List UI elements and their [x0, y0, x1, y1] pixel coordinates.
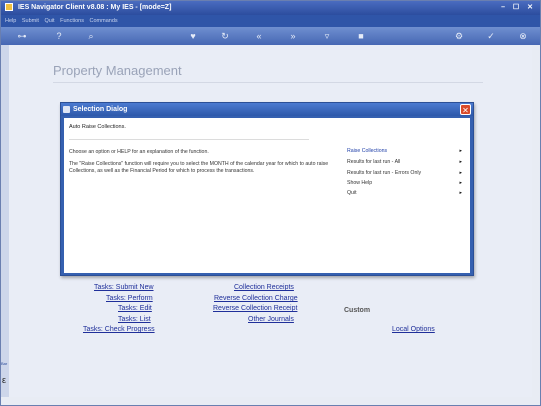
- dialog-close-button[interactable]: ✕: [460, 104, 471, 115]
- option-show-help[interactable]: Show Help ▸: [347, 180, 462, 186]
- option-results-errors-only[interactable]: Results for last run - Errors Only ▸: [347, 170, 462, 176]
- app-icon: [5, 3, 13, 12]
- dialog-title-bar[interactable]: Selection Dialog: [61, 103, 473, 116]
- link-reverse-collection-charge[interactable]: Reverse Collection Charge: [214, 295, 298, 302]
- menu-commands[interactable]: Commands: [90, 18, 118, 24]
- chevron-right-icon: ▸: [459, 190, 462, 196]
- filter-icon[interactable]: ▿: [319, 27, 335, 45]
- option-label: Raise Collections: [347, 148, 388, 154]
- menu-help[interactable]: Help: [5, 18, 16, 24]
- heart-icon[interactable]: ♥: [185, 27, 201, 45]
- back-icon[interactable]: «: [251, 27, 267, 45]
- close-icon[interactable]: ⊗: [515, 27, 531, 45]
- link-tasks-submit-new[interactable]: Tasks: Submit New: [94, 284, 154, 291]
- dialog-body: Auto Raise Collections. Choose an option…: [64, 118, 470, 273]
- help-icon[interactable]: ?: [51, 27, 67, 45]
- title-bar: IES Navigator Client v8.08 : My IES - [m…: [1, 1, 540, 15]
- left-strip: Bar ε: [1, 45, 9, 397]
- dialog-divider: [69, 139, 309, 140]
- dialog-description: The "Raise Collections" function will re…: [69, 161, 329, 174]
- dialog-title: Selection Dialog: [73, 106, 128, 113]
- chevron-right-icon: ▸: [459, 159, 462, 165]
- chevron-right-icon: ▸: [459, 170, 462, 176]
- link-reverse-collection-receipt[interactable]: Reverse Collection Receipt: [213, 305, 297, 312]
- left-strip-label[interactable]: Bar: [1, 361, 7, 366]
- check-icon[interactable]: ✓: [483, 27, 499, 45]
- link-collection-receipts[interactable]: Collection Receipts: [234, 284, 294, 291]
- key-icon[interactable]: ⊶: [9, 27, 35, 45]
- option-results-all[interactable]: Results for last run - All ▸: [347, 159, 462, 165]
- chevron-right-icon: ▸: [459, 180, 462, 186]
- section-custom: Custom: [344, 307, 371, 314]
- link-tasks-perform[interactable]: Tasks: Perform: [106, 295, 153, 302]
- page-title: Property Management: [53, 63, 182, 78]
- dialog-instruction: Choose an option or HELP for an explanat…: [69, 149, 209, 155]
- link-other-journals[interactable]: Other Journals: [248, 316, 294, 323]
- link-tasks-list[interactable]: Tasks: List: [118, 316, 151, 323]
- search-icon[interactable]: ⌕: [83, 27, 99, 45]
- menu-submit[interactable]: Submit: [22, 18, 39, 24]
- chevron-right-icon: ▸: [459, 148, 462, 154]
- app-window: IES Navigator Client v8.08 : My IES - [m…: [0, 0, 541, 406]
- refresh-icon[interactable]: ↻: [217, 27, 233, 45]
- option-quit[interactable]: Quit ▸: [347, 190, 462, 196]
- link-local-options[interactable]: Local Options: [392, 326, 435, 333]
- heading-divider: [53, 82, 483, 83]
- menu-functions[interactable]: Functions: [60, 18, 84, 24]
- option-label: Show Help: [347, 180, 373, 186]
- stop-icon[interactable]: ■: [353, 27, 369, 45]
- option-label: Quit: [347, 190, 357, 196]
- link-tasks-edit[interactable]: Tasks: Edit: [118, 305, 152, 312]
- option-raise-collections[interactable]: Raise Collections ▸: [347, 148, 462, 154]
- menu-quit[interactable]: Quit: [45, 18, 55, 24]
- window-controls[interactable]: – ☐ ✕: [501, 1, 536, 15]
- window-title: IES Navigator Client v8.08 : My IES - [m…: [17, 4, 172, 11]
- link-tasks-check-progress[interactable]: Tasks: Check Progress: [83, 326, 155, 333]
- gear-icon[interactable]: ⚙: [451, 27, 467, 45]
- option-label: Results for last run - All: [347, 159, 401, 165]
- forward-icon[interactable]: »: [285, 27, 301, 45]
- left-strip-icon[interactable]: ε: [2, 375, 6, 385]
- menu-bar: Help Submit Quit Functions Commands: [1, 15, 540, 27]
- option-label: Results for last run - Errors Only: [347, 170, 422, 176]
- dialog-subtitle: Auto Raise Collections.: [69, 124, 126, 130]
- selection-dialog: Selection Dialog ✕ Auto Raise Collection…: [60, 102, 474, 276]
- toolbar: ⊶ ? ⌕ ♥ ↻ « » ▿ ■ ⚙ ✓ ⊗: [1, 27, 540, 45]
- dialog-icon: [63, 106, 70, 113]
